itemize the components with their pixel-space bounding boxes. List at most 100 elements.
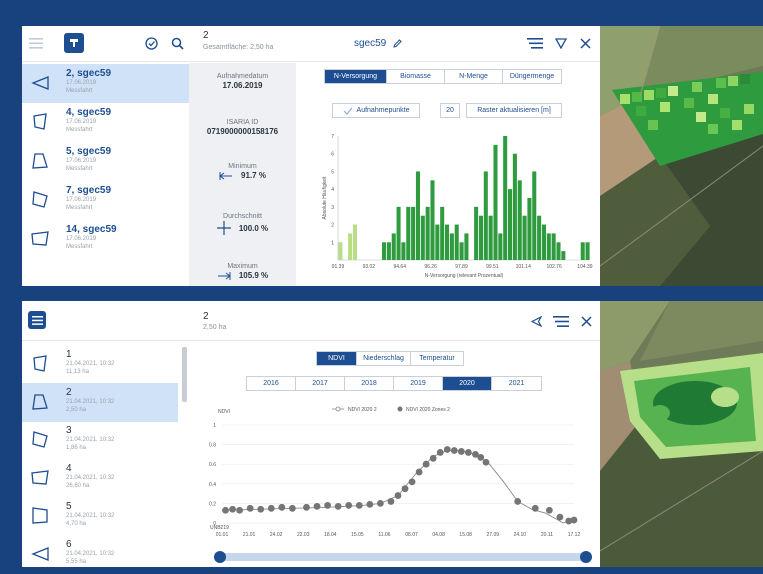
ndvi-point[interactable] [289,504,296,512]
metric-tab-0[interactable]: N-Versorgung [325,70,387,83]
ndvi-point[interactable] [443,446,451,453]
ndvi-point[interactable] [450,447,458,454]
ndvi-point[interactable] [556,513,564,521]
ndvi-point[interactable] [313,502,321,510]
ndvi-point[interactable] [477,453,485,461]
histogram-bar [474,206,479,260]
field-list-item[interactable]: 2, sgec59 17.06.2019 Messfahrt [22,64,189,103]
field-list-item[interactable]: 2 21.04.2021, 10:32 2,50 ha [22,383,178,422]
ndvi-point[interactable] [345,501,353,509]
ndvi-point[interactable] [457,448,465,455]
navigate-icon[interactable] [530,315,542,327]
max-value: 105.9 % [238,271,269,280]
shield-icon[interactable] [554,36,568,50]
year-tab-3[interactable]: 2019 [394,377,443,390]
ndvi-point[interactable] [377,500,384,507]
list-menu-icon[interactable] [526,36,544,50]
year-tab-1[interactable]: 2017 [296,377,345,390]
ndvi-point[interactable] [387,498,395,505]
map-view-fertilization[interactable] [600,26,763,286]
field-list-item[interactable]: 6 21.04.2021, 10:32 5,55 ha [22,535,178,567]
field-list-item[interactable]: 5 21.04.2021, 10:32 4,70 ha [22,497,178,536]
field-list-item[interactable]: 4 21.04.2021, 10:32 26,60 ha [22,459,178,498]
aufnahmepunkte-button[interactable]: Aufnahmepunkte [332,103,420,118]
close-icon[interactable] [580,315,592,327]
year-tab-0[interactable]: 2016 [247,377,296,390]
check-circle-icon[interactable] [144,36,158,50]
field-shape-icon [30,430,50,450]
y-tick-label: 0.6 [209,462,216,468]
ndvi-point[interactable] [422,460,430,468]
ndvi-point[interactable] [366,500,374,508]
ndvi-point[interactable] [531,504,539,512]
ndvi-point[interactable] [545,506,553,514]
slider-start-handle[interactable] [214,551,226,563]
x-tick-label: 21.01 [243,532,256,538]
list-scrollbar[interactable] [182,347,187,402]
list-menu-icon[interactable] [552,315,570,327]
ndvi-point[interactable] [436,449,444,456]
menu-icon[interactable] [28,35,44,51]
histogram-bar [430,180,435,260]
histogram-bar [348,233,353,260]
ndvi-point[interactable] [222,506,229,514]
ndvi-point[interactable] [324,501,331,509]
ndvi-point[interactable] [236,506,243,514]
data-tab-2[interactable]: Temperatur [411,352,463,365]
legend-item-line: NDVI 2020 2 [348,407,377,413]
ndvi-point[interactable] [278,503,286,511]
histogram-bar [440,206,445,260]
ndvi-point[interactable] [246,504,254,512]
ndvi-point[interactable] [415,468,423,476]
histogram-chart: 1 2 3 4 5 6 7 91.39 93.02 94.64 96.26 97.89 99.51 101… [322,134,593,279]
ndvi-point[interactable] [303,503,310,511]
ndvi-point[interactable] [394,492,402,499]
field-date: 17.06.2019 [66,119,97,125]
year-tab-5[interactable]: 2021 [492,377,541,390]
field-list-item[interactable]: 4, sgec59 17.06.2019 Messfahrt [22,103,189,142]
x-tick-label: 22.03 [297,532,310,538]
slider-end-handle[interactable] [580,551,592,563]
ndvi-point[interactable] [482,458,490,466]
field-list-item[interactable]: 5, sgec59 17.06.2019 Messfahrt [22,142,189,181]
ndvi-point[interactable] [355,501,363,509]
pencil-icon[interactable] [392,38,402,48]
data-tab-0[interactable]: NDVI [317,352,357,365]
app-logo-icon[interactable] [64,33,84,53]
ndvi-point[interactable] [429,454,437,462]
map-view-ndvi[interactable] [600,301,763,567]
metric-tab-1[interactable]: Biomasse [387,70,445,83]
ndvi-point[interactable] [408,478,416,486]
field-list-item[interactable]: 7, sgec59 17.06.2019 Messfahrt [22,181,189,220]
year-tab-4[interactable]: 2020 [443,377,492,390]
year-tab-2[interactable]: 2018 [345,377,394,390]
metric-tab-2[interactable]: N-Menge [445,70,503,83]
search-icon[interactable] [170,36,184,50]
x-tick-label: 04.08 [432,532,445,538]
ndvi-point[interactable] [514,498,522,505]
menu-icon[interactable] [28,311,46,329]
ndvi-chart: NDVI00.20.40.60.81NDVI 2020 2 NDVI 2020 Z… [209,406,580,538]
x-tick-label: 15.05 [351,532,364,538]
field-list-item[interactable]: 1 21.04.2021, 10:32 11,13 ha [22,345,178,384]
metric-tab-3[interactable]: Düngermenge [503,70,561,83]
time-range-slider[interactable] [218,553,588,561]
ndvi-point[interactable] [229,505,236,513]
close-icon[interactable] [578,36,592,50]
ndvi-point[interactable] [401,485,409,493]
y-tick-label: 2 [331,223,334,229]
ndvi-point[interactable] [570,516,578,524]
ndvi-point[interactable] [334,502,342,510]
field-date: 17.06.2019 [66,158,97,164]
ndvi-point[interactable] [257,505,265,513]
raster-size-input[interactable]: 20 [440,103,460,118]
ndvi-point[interactable] [465,449,472,456]
field-date: 21.04.2021, 10:32 [66,361,115,367]
field-list-item[interactable]: 14, sgec59 17.06.2019 Messfahrt [22,220,189,259]
data-tabs: NDVI Niederschlag Temperatur [316,351,464,366]
ndvi-point[interactable] [267,504,275,512]
data-tab-1[interactable]: Niederschlag [357,352,411,365]
histogram-bar [352,224,357,260]
raster-update-button[interactable]: Raster aktualisieren [m] [466,103,562,118]
field-list-item[interactable]: 3 21.04.2021, 10:32 1,86 ha [22,421,178,460]
